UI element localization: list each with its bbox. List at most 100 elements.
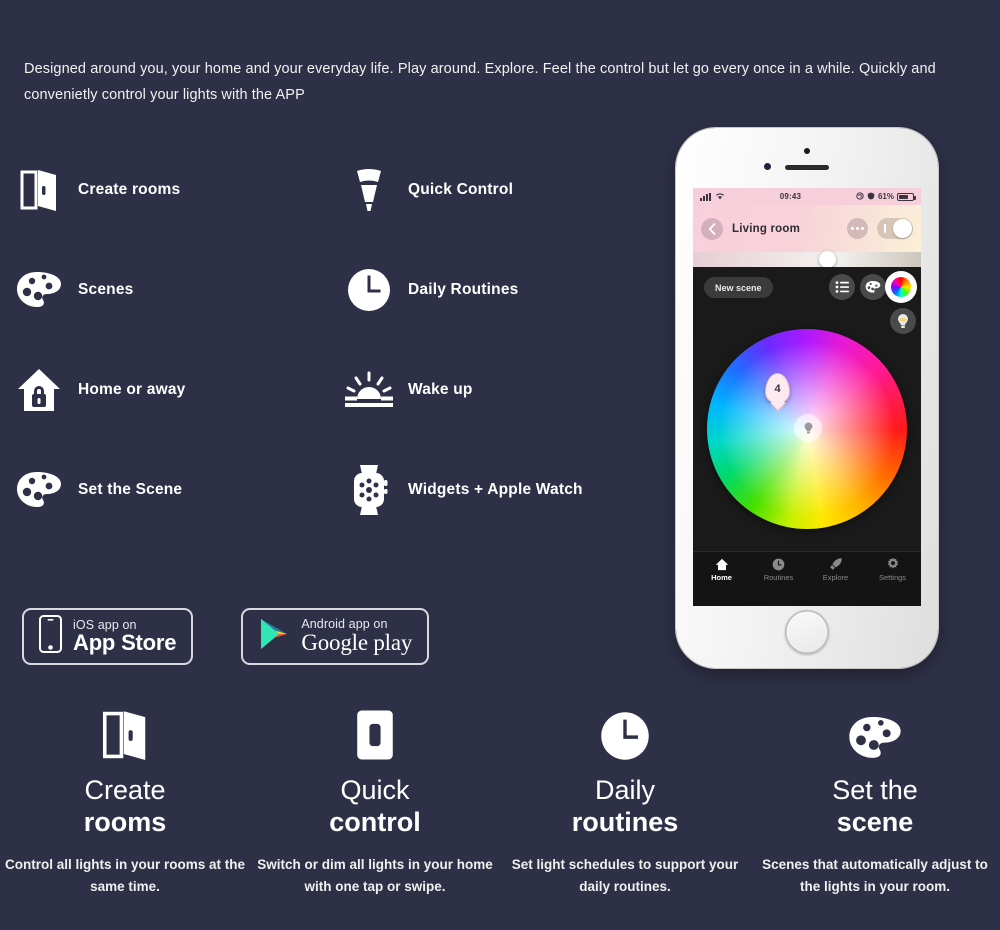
home-button[interactable] [785,610,829,654]
earpiece-speaker [785,165,829,170]
tab-routines[interactable]: Routines [750,558,807,582]
battery-percent-label: 61% [877,192,894,201]
tab-home[interactable]: Home [693,558,750,582]
feature-quick-control: Quick Control [330,140,660,240]
bottom-title-line2: rooms [83,807,167,837]
apple-watch-icon [330,455,408,525]
rotation-lock-icon [856,191,864,202]
bottom-tab-bar: Home Routines Explore Settings [693,551,921,587]
tab-settings[interactable]: Settings [864,557,921,582]
gear-icon [887,557,898,569]
signal-bars-icon [700,192,711,201]
feature-label: Widgets + Apple Watch [408,481,583,498]
bottom-feature-row: Create rooms Control all lights in your … [0,700,1000,898]
feature-row: Home or away Wake up [0,340,660,440]
bottom-feature-quick-control: Quick control Switch or dim all lights i… [250,700,500,898]
proximity-sensor-icon [764,163,771,170]
feature-label: Daily Routines [408,281,519,298]
palette-icon [847,700,903,762]
bottom-feature-create-rooms: Create rooms Control all lights in your … [0,700,250,898]
brightness-slider-handle[interactable] [819,251,836,268]
app-content: New scene 4 Home Routines Explore Settin… [693,267,921,587]
feature-label: Wake up [408,381,473,398]
feature-set-the-scene: Set the Scene [0,440,330,540]
tab-label: Explore [822,573,849,582]
bottom-description: Set light schedules to support your dail… [511,857,739,894]
feature-label: Create rooms [78,181,181,198]
new-scene-button[interactable]: New scene [704,277,773,298]
google-play-badge[interactable]: Android app on Google play [241,608,430,665]
store-badges: iOS app on App Store Android app on Goog… [22,608,430,665]
google-play-big-text-light: play [367,630,413,656]
feature-label: Scenes [78,281,134,298]
google-play-icon [258,617,290,656]
open-door-icon [100,700,150,762]
bottom-title-line2: control [329,807,421,837]
open-door-icon [0,155,78,225]
app-store-badge[interactable]: iOS app on App Store [22,608,194,665]
color-wheel-icon [891,277,911,297]
lamp-pin[interactable]: 4 [765,373,790,404]
feature-row: Create rooms Quick Control [0,140,660,240]
phone-mockup: 09:43 61% Living room New scene 4 Home R… [676,128,938,668]
tab-explore[interactable]: Explore [807,557,864,582]
room-name-label: Living room [732,222,801,235]
feature-scenes: Scenes [0,240,330,340]
bottom-feature-set-the-scene: Set the scene Scenes that automatically … [750,700,1000,898]
promo-page: Designed around you, your home and your … [0,0,1000,930]
feature-wake-up: Wake up [330,340,660,440]
color-wheel-button[interactable] [885,271,917,303]
battery-icon [897,192,916,201]
clock-icon [330,255,408,325]
intro-paragraph: Designed around you, your home and your … [24,61,936,103]
feature-row: Scenes Daily Routines [0,240,660,340]
chevron-left-icon[interactable] [701,217,723,240]
feature-widgets-apple-watch: Widgets + Apple Watch [330,440,660,540]
feature-row: Set the Scene Widgets + Apple Watch [0,440,660,540]
iphone-icon [39,615,62,658]
bottom-title-line2: routines [571,807,679,837]
phone-screen: 09:43 61% Living room New scene 4 Home R… [693,188,921,606]
list-view-button[interactable] [829,274,855,300]
feature-grid: Create rooms Quick Control Scenes Daily … [0,140,660,540]
front-camera-icon [804,148,810,154]
bottom-title-line1: Set the [832,775,918,805]
light-switch-icon [355,700,395,762]
status-bar: 09:43 61% [693,188,921,205]
room-header: Living room [693,205,921,252]
bottom-title-line1: Create [84,775,166,805]
feature-label: Set the Scene [78,481,183,498]
brightness-slider[interactable] [693,251,921,268]
bottom-title-line2: scene [836,807,914,837]
clock-icon [599,700,651,762]
tab-label: Home [711,572,732,582]
feature-home-or-away: Home or away [0,340,330,440]
sunrise-icon [330,355,408,425]
feature-label: Home or away [78,381,186,398]
bottom-feature-daily-routines: Daily routines Set light schedules to su… [500,700,750,898]
app-store-big-text: App Store [73,629,177,655]
bottom-title-line1: Daily [594,775,655,805]
bottom-description: Control all lights in your rooms at the … [5,857,246,894]
lamp-pin-label: 4 [774,382,781,395]
house-lock-icon [0,355,78,425]
palette-icon [0,255,78,325]
more-dots-icon[interactable] [847,218,868,239]
palette-button[interactable] [860,274,886,300]
tab-label: Settings [878,573,907,582]
feature-daily-routines: Daily Routines [330,240,660,340]
color-wheel[interactable]: 4 [707,329,907,529]
home-icon [715,558,728,570]
rocket-icon [829,558,842,570]
status-bar-time: 09:43 [779,192,802,201]
room-power-toggle[interactable] [877,218,913,239]
bottom-description: Switch or dim all lights in your home wi… [257,857,493,894]
bottom-description: Scenes that automatically adjust to the … [762,857,988,894]
bottom-title-line1: Quick [340,775,410,805]
bulb-marker[interactable] [794,414,822,442]
spotlight-bulb-icon [330,155,408,225]
palette-icon [0,455,78,525]
feature-label: Quick Control [408,181,514,198]
tab-label: Routines [763,572,794,582]
feature-create-rooms: Create rooms [0,140,330,240]
